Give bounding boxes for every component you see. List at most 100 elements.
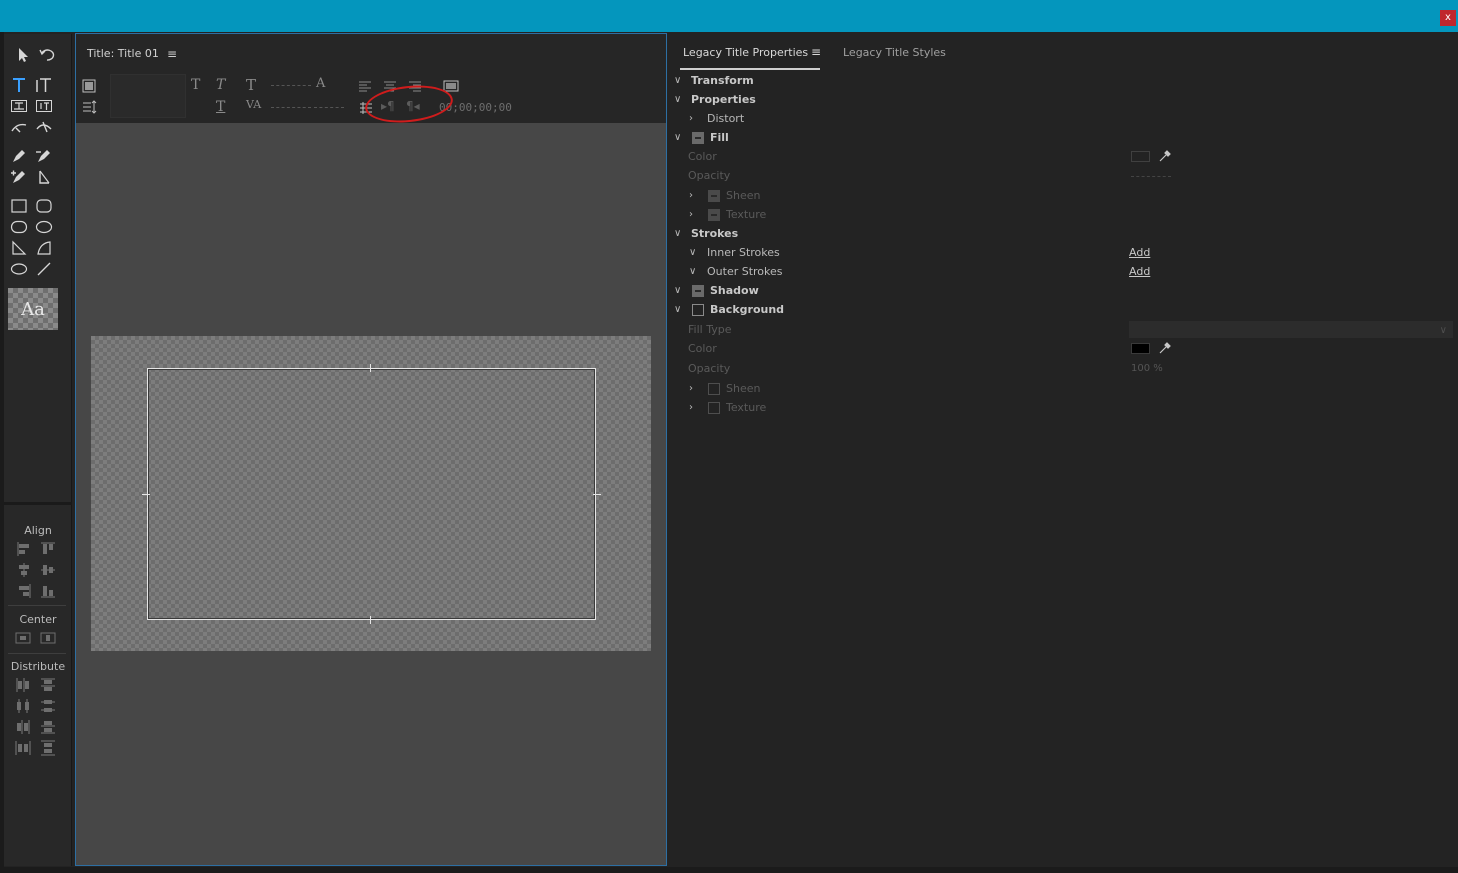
eyedropper-icon[interactable] (1158, 149, 1172, 163)
clipped-corner-rectangle-tool-icon[interactable] (8, 218, 30, 236)
kerning-field[interactable] (271, 107, 311, 108)
distort-row[interactable]: › Distort (670, 109, 1458, 128)
eyedropper-icon[interactable] (1158, 341, 1172, 355)
delete-anchor-tool-icon[interactable] (33, 147, 55, 165)
rounded-rectangle-tool-icon[interactable] (33, 197, 55, 215)
align-bottom-icon[interactable] (40, 583, 56, 599)
chevron-right-icon[interactable]: › (689, 398, 693, 417)
type-tool-icon[interactable] (8, 76, 30, 94)
kerning-icon: VA (246, 98, 262, 111)
font-family-select[interactable] (110, 74, 186, 118)
path-type-tool-icon[interactable] (8, 118, 30, 136)
area-type-tool-icon[interactable] (8, 97, 30, 115)
line-tool-icon[interactable] (33, 260, 55, 278)
center-horizontal-icon[interactable] (15, 630, 31, 646)
roll-crawl-options-icon[interactable] (81, 99, 97, 115)
fill-type-dropdown[interactable]: ∨ (1129, 321, 1453, 338)
title-canvas-area[interactable] (76, 123, 666, 865)
background-opacity-value[interactable]: 100 % (1131, 359, 1163, 378)
hamburger-icon[interactable]: ≡ (167, 47, 177, 61)
ellipse-tool-icon[interactable] (8, 260, 30, 278)
add-anchor-tool-icon[interactable] (8, 168, 30, 186)
fill-checkbox[interactable] (692, 132, 704, 144)
tab-legacy-title-styles[interactable]: Legacy Title Styles (843, 46, 946, 59)
fill-row[interactable]: ∨ Fill (670, 128, 1458, 147)
selection-tool-icon[interactable] (12, 46, 34, 64)
safe-tick-bottom (370, 616, 371, 624)
vertical-area-type-tool-icon[interactable] (33, 97, 55, 115)
leading-field[interactable] (314, 107, 344, 108)
center-vertical-icon[interactable] (40, 630, 56, 646)
align-left-icon[interactable] (16, 541, 32, 557)
arc-tool-icon[interactable] (33, 239, 55, 257)
pen-tool-icon[interactable] (8, 147, 30, 165)
video-frame[interactable] (91, 336, 651, 651)
chevron-down-icon[interactable]: ∨ (689, 243, 696, 262)
add-inner-stroke-link[interactable]: Add (1129, 243, 1150, 262)
background-label: Background (710, 303, 785, 316)
rectangle-tool-icon[interactable] (8, 197, 30, 215)
background-color-label: Color (688, 342, 717, 355)
outer-strokes-row[interactable]: ∨ Outer Strokes Add (670, 262, 1458, 281)
distribute-horizontal-even-icon[interactable] (15, 740, 31, 756)
underline-icon[interactable]: T (216, 99, 225, 115)
fill-sheen-checkbox[interactable] (708, 190, 720, 202)
align-right-icon[interactable] (16, 583, 32, 599)
chevron-down-icon[interactable]: ∨ (689, 262, 696, 281)
chevron-right-icon[interactable]: › (689, 205, 693, 224)
align-horizontal-center-icon[interactable] (16, 562, 32, 578)
chevron-down-icon[interactable]: ∨ (674, 128, 681, 147)
chevron-right-icon[interactable]: › (689, 186, 693, 205)
background-checkbox[interactable] (692, 304, 704, 316)
transform-row[interactable]: ∨ Transform (670, 71, 1458, 90)
rotation-tool-icon[interactable] (36, 46, 58, 64)
add-outer-stroke-link[interactable]: Add (1129, 262, 1150, 281)
background-texture-checkbox[interactable] (708, 402, 720, 414)
convert-anchor-tool-icon[interactable] (33, 168, 55, 186)
bold-icon[interactable]: T (191, 77, 200, 93)
align-text-left-icon[interactable] (357, 78, 373, 94)
distribute-top-icon[interactable] (40, 677, 56, 693)
fill-texture-checkbox[interactable] (708, 209, 720, 221)
shadow-checkbox[interactable] (692, 285, 704, 297)
chevron-down-icon[interactable]: ∨ (674, 90, 681, 109)
tab-legacy-title-properties[interactable]: Legacy Title Properties (683, 46, 808, 59)
background-color-swatch[interactable] (1131, 343, 1150, 354)
inner-strokes-row[interactable]: ∨ Inner Strokes Add (670, 243, 1458, 262)
fill-color-swatch[interactable] (1131, 151, 1150, 162)
background-sheen-checkbox[interactable] (708, 383, 720, 395)
style-swatch[interactable]: Aa (8, 288, 58, 330)
background-row[interactable]: ∨ Background (670, 300, 1458, 319)
wedge-tool-icon[interactable] (8, 239, 30, 257)
chevron-down-icon[interactable]: ∨ (674, 300, 681, 319)
rounded-corner-rectangle-tool-icon[interactable] (33, 218, 55, 236)
chevron-right-icon[interactable]: › (689, 109, 693, 128)
strokes-row[interactable]: ∨ Strokes (670, 224, 1458, 243)
vertical-type-tool-icon[interactable] (33, 76, 55, 94)
distribute-right-icon[interactable] (15, 719, 31, 735)
distribute-vertical-center-icon[interactable] (40, 698, 56, 714)
inner-strokes-label: Inner Strokes (707, 246, 780, 259)
align-vertical-center-icon[interactable] (40, 562, 56, 578)
chevron-down-icon[interactable]: ∨ (674, 71, 681, 90)
fill-color-label: Color (688, 150, 717, 163)
italic-icon[interactable]: T (216, 77, 225, 93)
distribute-left-icon[interactable] (15, 677, 31, 693)
distribute-horizontal-center-icon[interactable] (15, 698, 31, 714)
properties-row[interactable]: ∨ Properties (670, 90, 1458, 109)
font-size-field[interactable] (271, 85, 311, 86)
title-tab[interactable]: Title: Title 01 (87, 47, 159, 60)
chevron-down-icon[interactable]: ∨ (674, 281, 681, 300)
fill-texture-row: › Texture (670, 205, 1458, 224)
align-top-icon[interactable] (40, 541, 56, 557)
fill-opacity-field[interactable] (1131, 176, 1171, 177)
shadow-row[interactable]: ∨ Shadow (670, 281, 1458, 300)
chevron-down-icon[interactable]: ∨ (674, 224, 681, 243)
chevron-right-icon[interactable]: › (689, 379, 693, 398)
close-button[interactable]: x (1440, 10, 1456, 26)
new-title-icon[interactable] (81, 78, 97, 94)
distribute-vertical-even-icon[interactable] (40, 740, 56, 756)
hamburger-icon[interactable]: ≡ (811, 45, 821, 59)
distribute-bottom-icon[interactable] (40, 719, 56, 735)
vertical-path-type-tool-icon[interactable] (33, 118, 55, 136)
